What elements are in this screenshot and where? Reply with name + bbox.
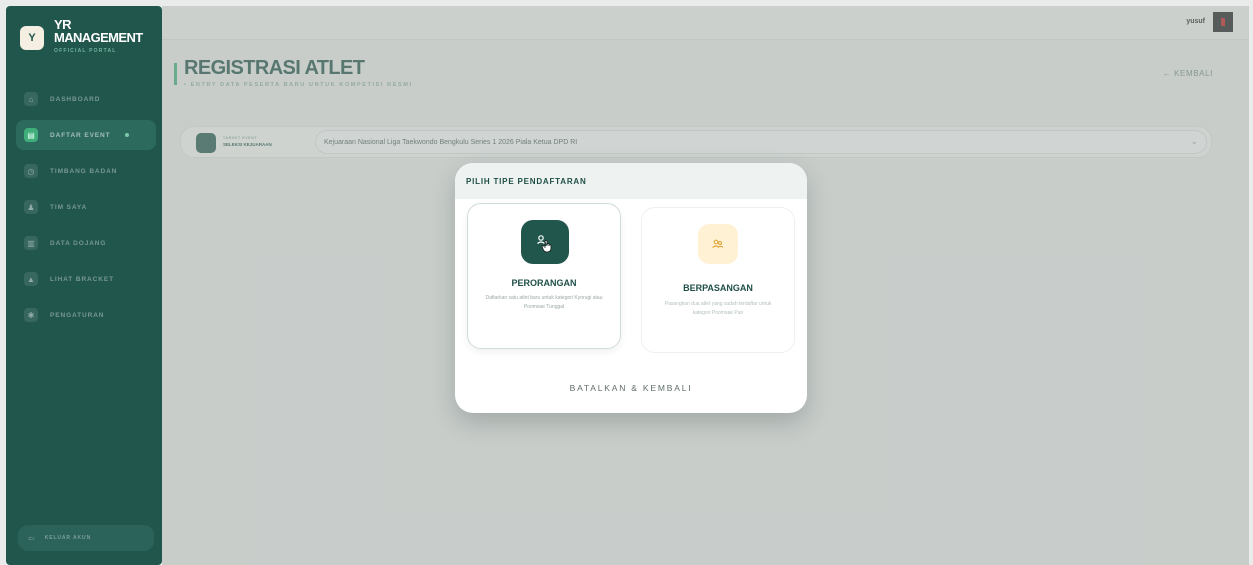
sidebar-item-label: TIM SAYA	[50, 203, 88, 211]
option-card-perorangan[interactable]: PERORANGAN Daftarkan satu atlet baru unt…	[467, 203, 621, 349]
calendar-icon: ▤	[24, 128, 38, 142]
logout-button[interactable]: ⇦ KELUAR AKUN	[18, 525, 154, 551]
modal-title: PILIH TIPE PENDAFTARAN	[466, 176, 587, 186]
logout-icon: ⇦	[28, 533, 35, 543]
brand-text: YR MANAGEMENT OFFICIAL PORTAL	[54, 18, 143, 58]
team-icon: ♟	[24, 200, 38, 214]
brand-logo-glyph: Y	[28, 32, 36, 44]
brand-tagline: OFFICIAL PORTAL	[54, 48, 117, 54]
sidebar-item-data-dojang[interactable]: ▥ DATA DOJANG	[16, 228, 156, 258]
sidebar-item-pengaturan[interactable]: ✱ PENGATURAN	[16, 300, 156, 330]
sidebar-item-timbang-badan[interactable]: ◷ TIMBANG BADAN	[16, 156, 156, 186]
active-indicator-dot	[124, 133, 129, 137]
option-description: Daftarkan satu atlet baru untuk kategori…	[485, 295, 603, 310]
sidebar-item-label: PENGATURAN	[50, 311, 105, 319]
option-description: Pasangkan dua atlet yang sudah terdaftar…	[664, 301, 772, 316]
sidebar-item-daftar-event[interactable]: ▤ DAFTAR EVENT	[16, 120, 156, 150]
person-hand-cursor-icon	[537, 235, 552, 253]
sidebar-item-tim-saya[interactable]: ♟ TIM SAYA	[16, 192, 156, 222]
option-title: PERORANGAN	[511, 278, 577, 288]
sidebar-item-label: TIMBANG BADAN	[50, 167, 118, 175]
building-icon: ▥	[24, 236, 38, 250]
sidebar-item-label: DASHBOARD	[50, 95, 101, 103]
bracket-icon: ▲	[24, 272, 38, 286]
users-icon	[712, 239, 724, 248]
sidebar: Y YR MANAGEMENT OFFICIAL PORTAL ⌂ DASHBO…	[6, 6, 162, 565]
option-card-berpasangan[interactable]: BERPASANGAN Pasangkan dua atlet yang sud…	[641, 207, 795, 353]
person-icon	[521, 220, 569, 264]
option-title: BERPASANGAN	[683, 283, 753, 293]
settings-icon: ✱	[24, 308, 38, 322]
brand-name-line2: MANAGEMENT	[54, 30, 143, 45]
brand[interactable]: Y YR MANAGEMENT OFFICIAL PORTAL	[20, 18, 143, 58]
sidebar-nav: ⌂ DASHBOARD ▤ DAFTAR EVENT ◷ TIMBANG BAD…	[16, 84, 156, 336]
sidebar-item-lihat-bracket[interactable]: ▲ LIHAT BRACKET	[16, 264, 156, 294]
sidebar-item-label: DAFTAR EVENT	[50, 131, 111, 139]
sidebar-item-label: DATA DOJANG	[50, 239, 107, 247]
cancel-button[interactable]: BATALKAN & KEMBALI	[455, 383, 807, 393]
registration-type-modal: PILIH TIPE PENDAFTARAN PERORANGAN Daftar…	[455, 163, 807, 413]
sidebar-item-label: LIHAT BRACKET	[50, 275, 114, 283]
scale-icon: ◷	[24, 164, 38, 178]
sidebar-item-dashboard[interactable]: ⌂ DASHBOARD	[16, 84, 156, 114]
pair-icon	[698, 224, 738, 264]
modal-header: PILIH TIPE PENDAFTARAN	[455, 163, 807, 199]
brand-logo: Y	[20, 26, 44, 50]
logout-label: KELUAR AKUN	[44, 535, 92, 541]
home-icon: ⌂	[24, 92, 38, 106]
